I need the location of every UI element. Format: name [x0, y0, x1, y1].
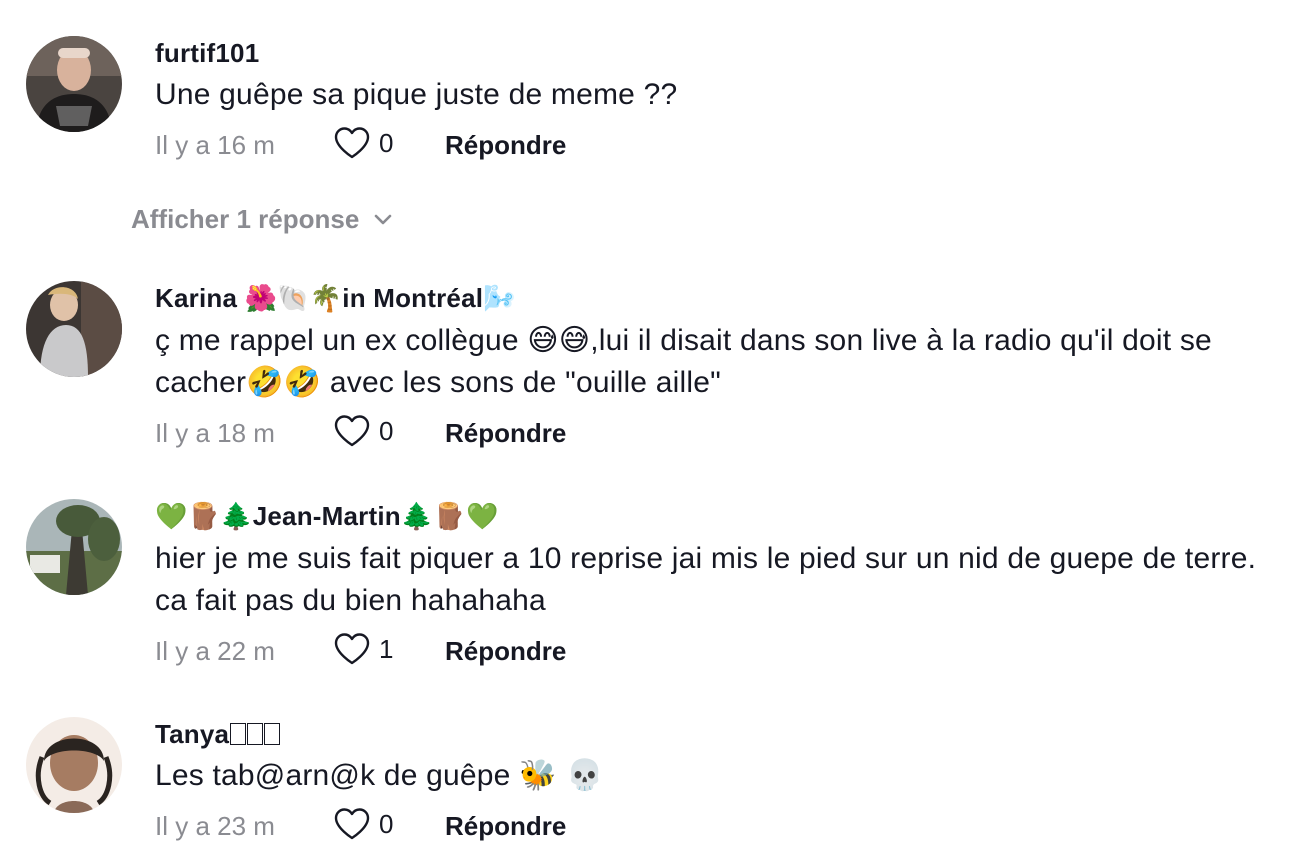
avatar[interactable] [26, 499, 122, 595]
username-emojis: 🌺🐚🌴 [244, 284, 343, 314]
comment-emoji: 😅😅 [527, 323, 591, 358]
like-button[interactable]: 0 [333, 126, 393, 160]
comment-text-part: Les tab@arn@k de guêpe [155, 759, 520, 792]
comment-text-part: ç me rappel un ex collègue [155, 324, 528, 357]
timestamp: Il y a 23 m [155, 811, 275, 841]
username-emojis: 🌲🪵💚 [400, 502, 499, 532]
username-trailing-emoji: 🌬️ [483, 284, 516, 314]
like-button[interactable]: 0 [333, 807, 393, 841]
comment-text: hier je me suis fait piquer a 10 reprise… [155, 542, 1257, 617]
like-button[interactable]: 0 [333, 414, 393, 448]
username-name: Tanya [155, 719, 230, 749]
comment-text: Une guêpe sa pique juste de meme ?? [155, 78, 678, 111]
like-count: 0 [379, 415, 394, 446]
like-count: 0 [379, 808, 394, 839]
heart-icon [334, 127, 370, 159]
reply-button[interactable]: Répondre [445, 130, 566, 161]
like-count: 1 [379, 633, 394, 664]
avatar-photo-icon [26, 281, 122, 377]
username-location: in Montréal [342, 283, 484, 313]
username-name: Jean-Martin [252, 501, 401, 531]
username-emojis: 💚🪵🌲 [155, 502, 253, 532]
like-count: 0 [379, 127, 394, 158]
view-replies-button[interactable]: Afficher 1 réponse [131, 204, 393, 235]
comment-text-part: avec les sons de "ouille aille" [321, 366, 721, 399]
avatar[interactable] [26, 281, 122, 377]
avatar-photo-icon [26, 717, 122, 813]
avatar[interactable] [26, 717, 122, 813]
unsupported-glyph-icon [247, 723, 264, 745]
heart-icon [334, 808, 370, 840]
comment-emoji: 🤣🤣 [246, 365, 322, 400]
timestamp: Il y a 16 m [155, 130, 275, 160]
username[interactable]: Karina 🌺🐚🌴in Montréal🌬️ [155, 281, 1282, 316]
reply-button[interactable]: Répondre [445, 418, 566, 449]
like-button[interactable]: 1 [333, 632, 393, 666]
comment-text: Les tab@arn@k de guêpe 🐝 💀 [155, 755, 1282, 797]
avatar-photo-icon [26, 36, 122, 132]
timestamp: Il y a 18 m [155, 418, 275, 448]
unsupported-glyph-icon [264, 723, 281, 745]
reply-button[interactable]: Répondre [445, 811, 566, 842]
username-name: Karina [155, 283, 245, 313]
comment-emoji: 🐝 💀 [519, 758, 604, 793]
avatar-photo-icon [26, 499, 122, 595]
username[interactable]: Tanya [155, 717, 1282, 751]
unsupported-glyph-icon [230, 723, 247, 745]
comment-text: ç me rappel un ex collègue 😅😅,lui il dis… [155, 320, 1282, 404]
heart-icon [334, 633, 370, 665]
view-replies-label: Afficher 1 réponse [131, 204, 360, 234]
reply-button[interactable]: Répondre [445, 636, 566, 667]
username[interactable]: furtif101 [155, 36, 1282, 70]
username[interactable]: 💚🪵🌲Jean-Martin🌲🪵💚 [155, 499, 1282, 534]
heart-icon [334, 415, 370, 447]
avatar[interactable] [26, 36, 122, 132]
timestamp: Il y a 22 m [155, 636, 275, 666]
chevron-down-icon [374, 214, 392, 224]
